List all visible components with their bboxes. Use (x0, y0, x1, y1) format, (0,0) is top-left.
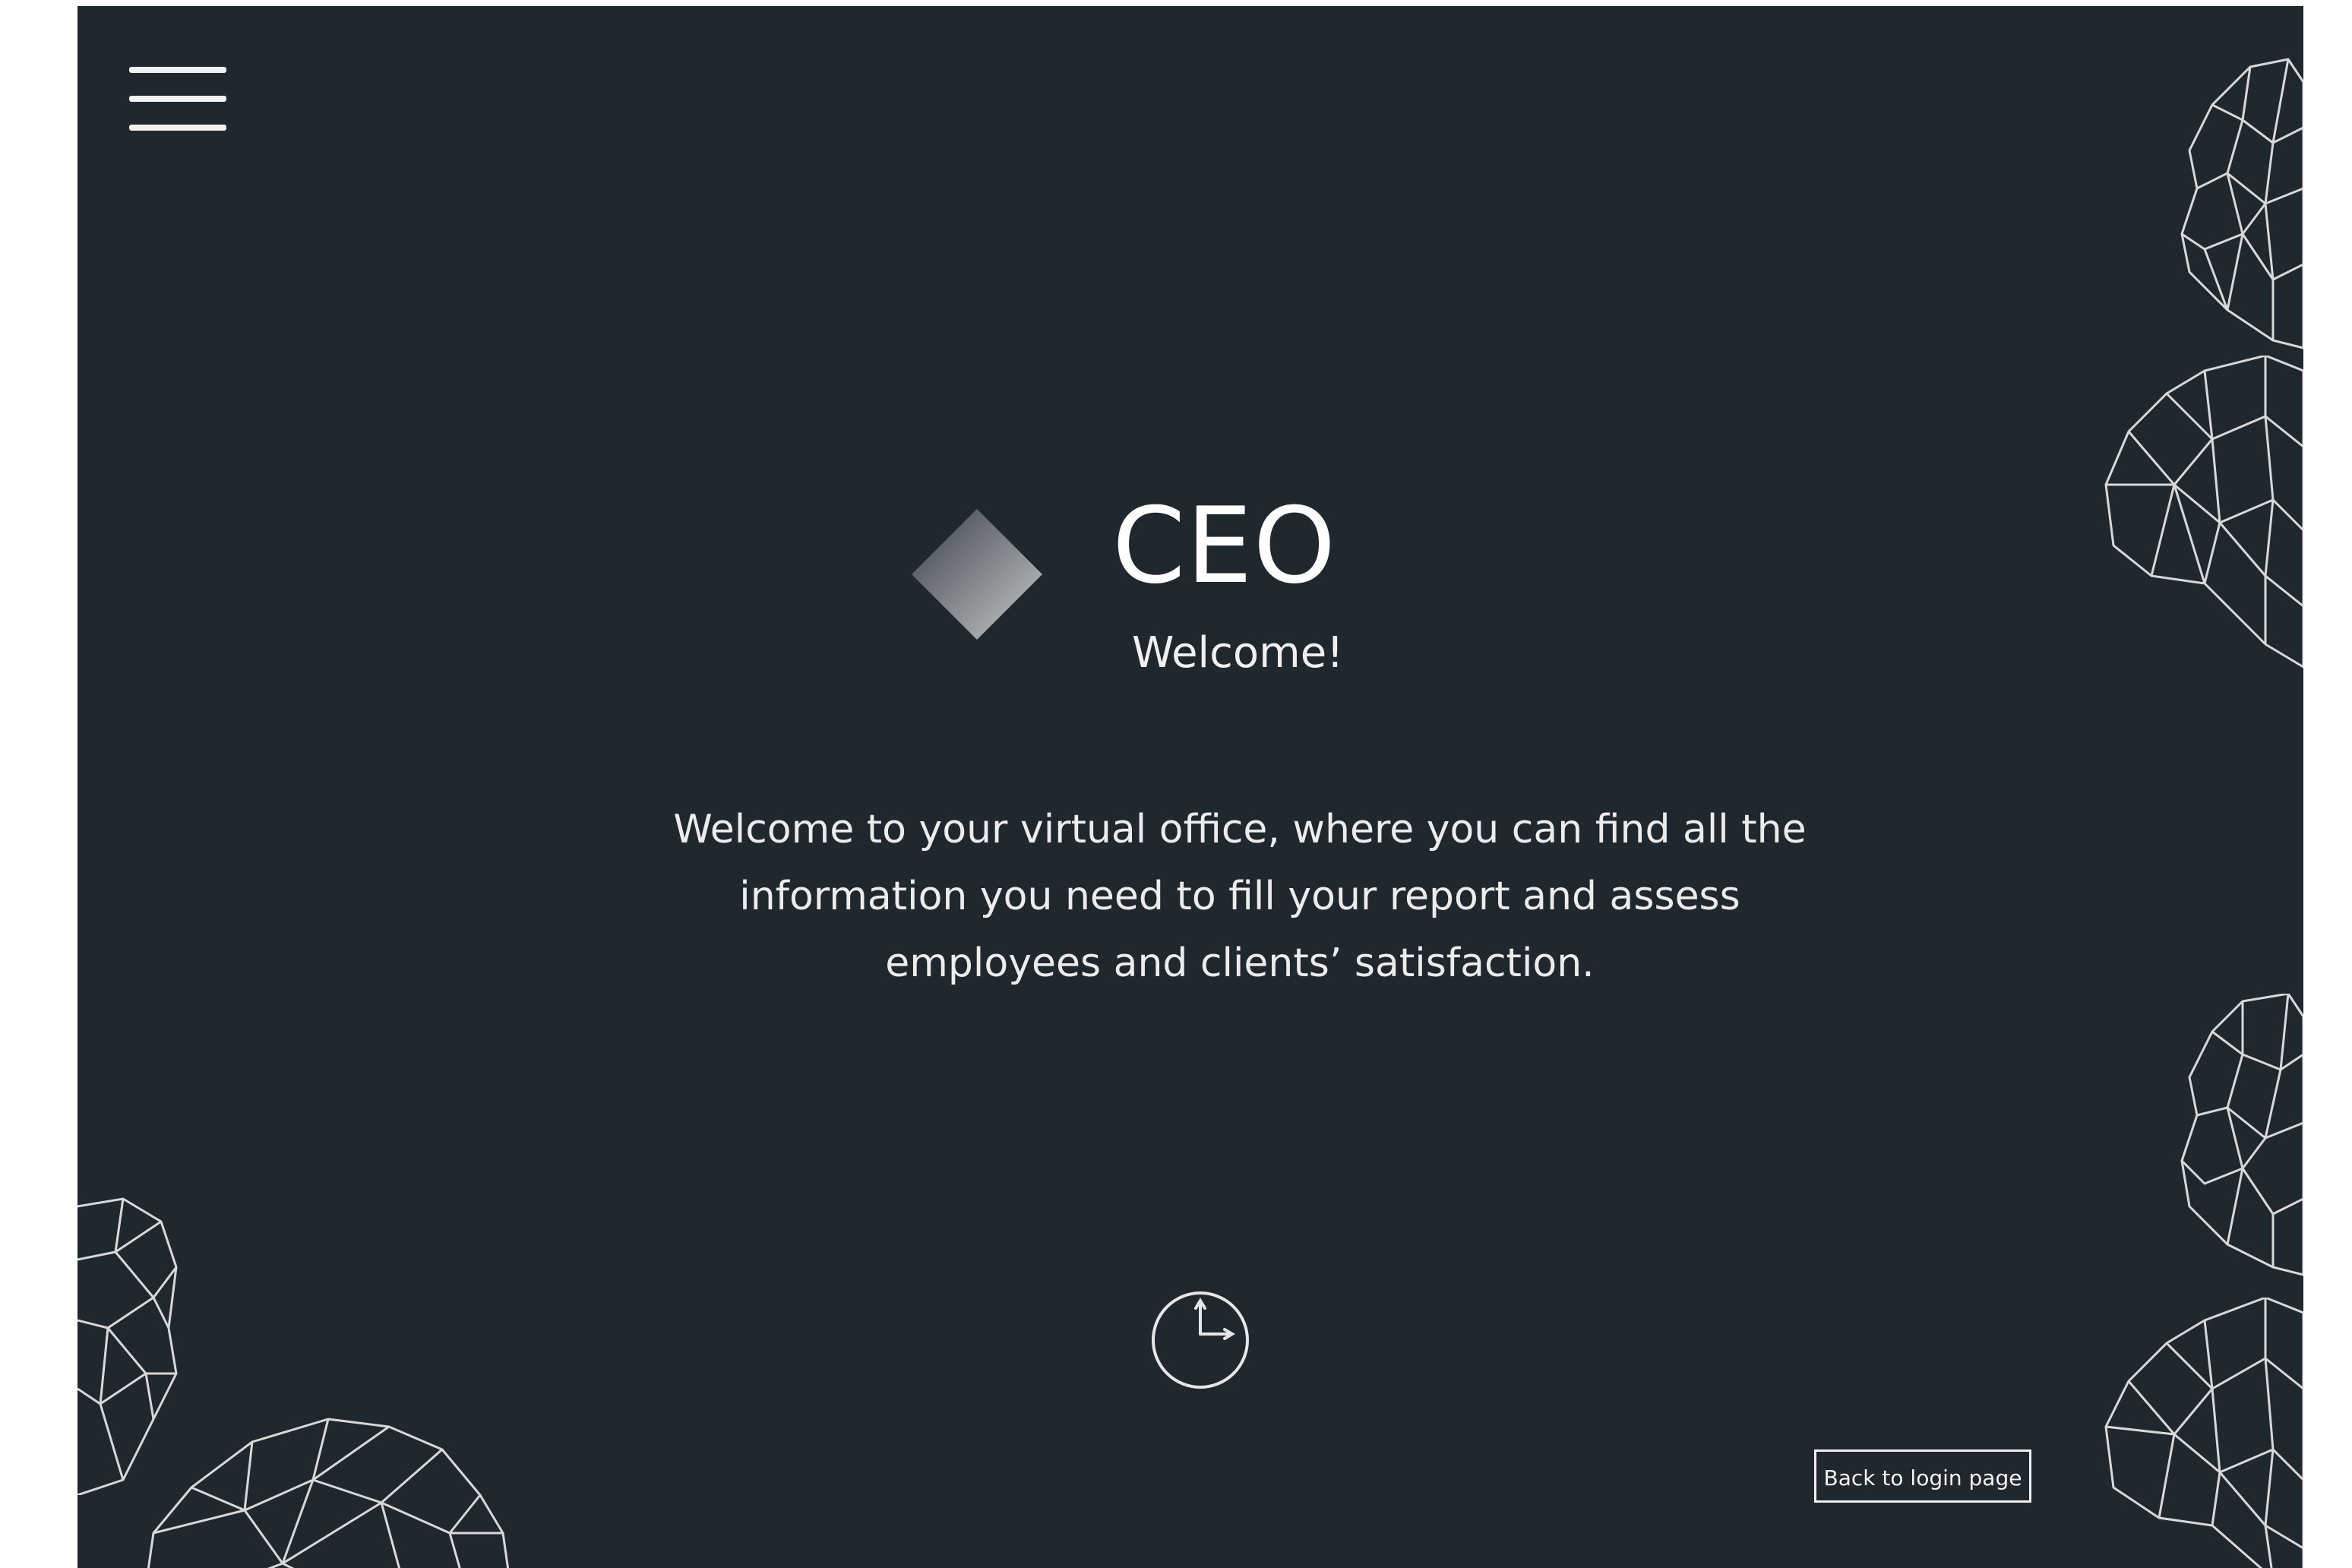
clock-icon[interactable] (1150, 1290, 1250, 1390)
wireframe-rock-decoration-right-upper (2104, 356, 2303, 669)
intro-line-3: employees and clients’ satisfaction. (885, 940, 1595, 986)
page-title: CEO (1112, 485, 1337, 607)
menu-bar-bottom (129, 125, 226, 131)
hamburger-menu-icon[interactable] (129, 61, 226, 137)
menu-bar-middle (129, 96, 226, 102)
back-to-login-button[interactable]: Back to login page (1814, 1449, 2031, 1503)
intro-line-1: Welcome to your virtual office, where yo… (673, 807, 1807, 852)
diamond-logo-icon (912, 509, 1042, 640)
intro-line-2: information you need to fill your report… (739, 874, 1740, 919)
wireframe-rock-decoration-right-middle (2180, 994, 2303, 1276)
wireframe-rock-decoration-top-right (2180, 58, 2303, 349)
welcome-subtitle: Welcome! (1132, 628, 1344, 678)
wireframe-rock-decoration-bottom-right (2104, 1298, 2303, 1568)
menu-bar-top (129, 67, 226, 73)
wireframe-rock-decoration-bottom-left-lower (147, 1418, 510, 1568)
intro-paragraph: Welcome to your virtual office, where yo… (609, 796, 1870, 997)
app-window: CEO Welcome! Welcome to your virtual off… (77, 6, 2303, 1568)
